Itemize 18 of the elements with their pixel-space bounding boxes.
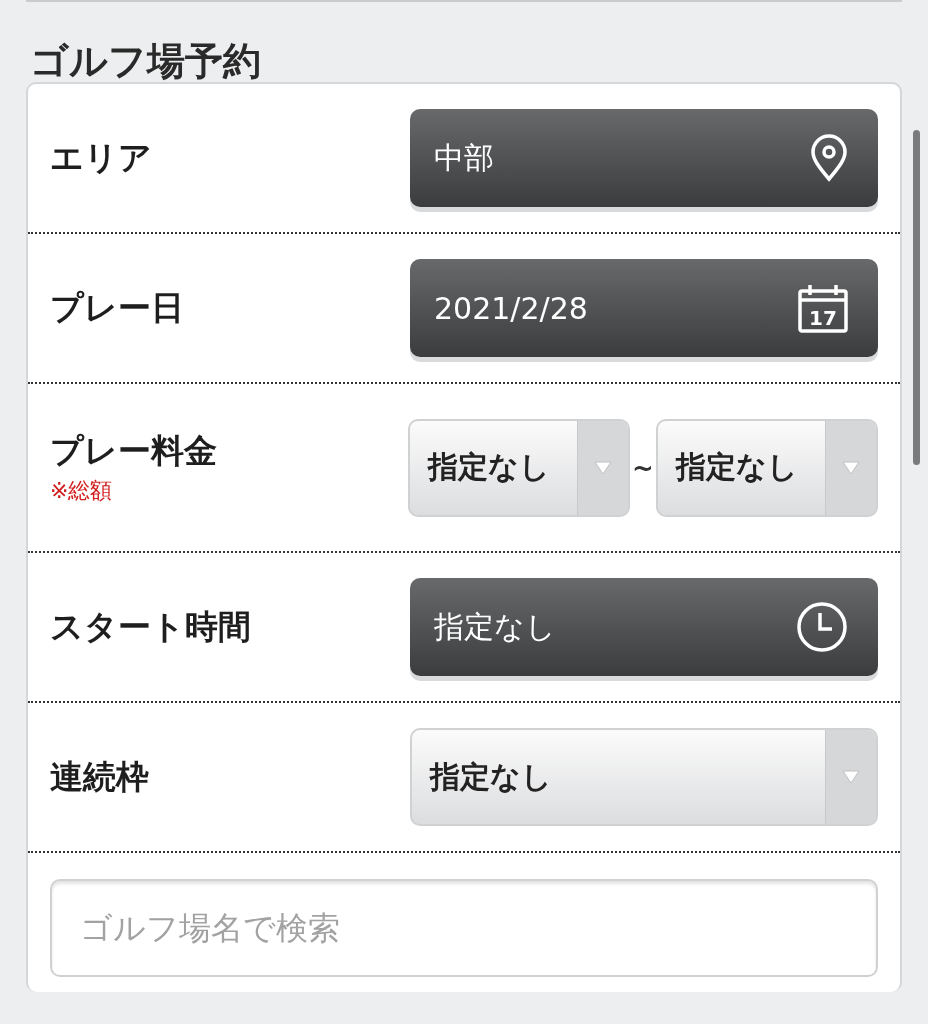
dropdown[interactable]: 指定なし <box>656 418 878 517</box>
dropdown[interactable]: 指定なし <box>410 728 878 826</box>
field-label: プレー料金 <box>50 430 218 472</box>
clock-icon <box>796 601 848 653</box>
field-label: エリア <box>50 136 153 179</box>
field-label: 連続枠 <box>50 755 150 798</box>
dropdown-arrow-icon <box>594 460 612 475</box>
page-title: ゴルフ場予約 <box>30 38 261 85</box>
location-pin-icon <box>810 134 848 182</box>
search-field[interactable]: ゴルフ場名で検索 <box>50 879 878 977</box>
field-note: ※総額 <box>50 477 114 505</box>
range-separator: ~ <box>631 452 655 483</box>
field-label: プレー日 <box>50 286 185 329</box>
scrollbar[interactable] <box>913 130 920 465</box>
field-label: スタート時間 <box>50 605 252 648</box>
dropdown-arrow-icon <box>842 770 860 784</box>
dropdown[interactable]: 指定なし <box>408 418 630 517</box>
dropdown-arrow-icon <box>842 460 860 475</box>
